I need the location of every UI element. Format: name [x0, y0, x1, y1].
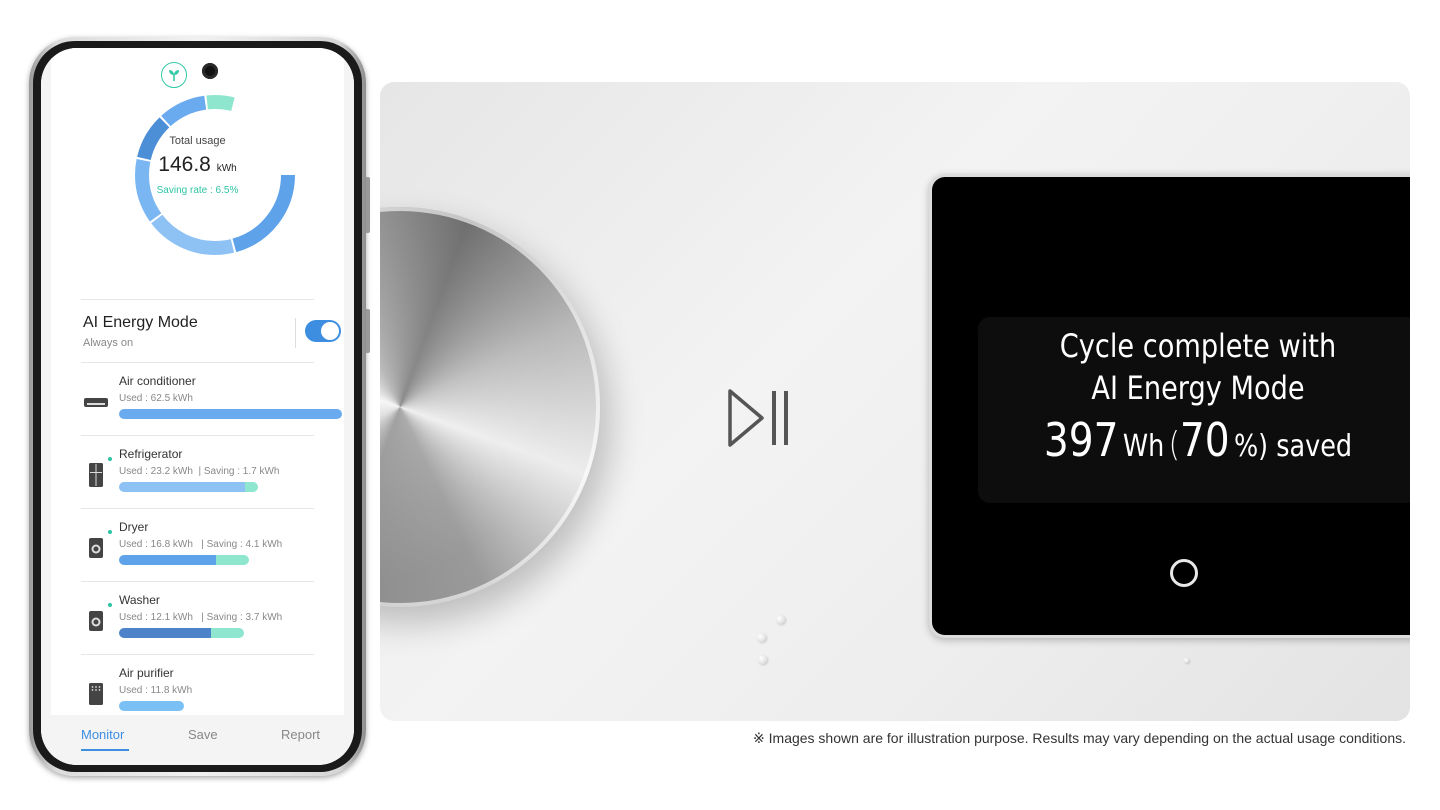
appliance-display-screen: Cycle complete with AI Energy Mode 397 W… [929, 174, 1410, 638]
tab-monitor[interactable]: Monitor [81, 727, 124, 742]
cycle-dial-knob[interactable] [380, 207, 600, 607]
toggle-separator [295, 318, 296, 348]
appliance-control-panel: Cycle complete with AI Energy Mode 397 W… [380, 82, 1410, 721]
device-usage: Used : 11.8 kWh [119, 685, 193, 696]
list-item-refrigerator[interactable]: Refrigerator Used : 23.2 kWh | Saving : … [81, 435, 314, 507]
refrigerator-icon [83, 463, 109, 487]
list-item-air-conditioner[interactable]: Air conditioner Used : 62.5 kWh [81, 362, 342, 434]
device-name: Dryer [119, 520, 149, 534]
home-circle-button[interactable] [1170, 559, 1198, 587]
braille-bump [757, 633, 766, 642]
braille-bump [776, 615, 785, 624]
saving-indicator-dot [108, 603, 112, 607]
energy-saved-readout: 397 Wh (70 %) saved [1043, 413, 1353, 467]
washer-icon [83, 609, 109, 631]
list-item-dryer[interactable]: Dryer Used : 16.8 kWh | Saving : 4.1 kWh [81, 508, 314, 580]
phone-side-button [366, 177, 370, 233]
device-usage: Used : 12.1 kWh | Saving : 3.7 kWh [119, 612, 283, 623]
stage: Total usage 146.8 kWh Saving rate : 6.5%… [0, 0, 1440, 810]
phone-mockup: Total usage 146.8 kWh Saving rate : 6.5%… [29, 37, 370, 776]
usage-bar [119, 555, 216, 565]
braille-bump [1184, 658, 1189, 663]
phone-screen: Total usage 146.8 kWh Saving rate : 6.5%… [41, 48, 354, 765]
bottom-tab-bar: Monitor Save Report [41, 715, 354, 765]
air-conditioner-icon [83, 390, 109, 412]
saving-bar [216, 555, 249, 565]
list-item-washer[interactable]: Washer Used : 12.1 kWh | Saving : 3.7 kW… [81, 581, 314, 653]
usage-bar [119, 701, 184, 711]
saving-bar [245, 482, 258, 492]
energy-card: Total usage 146.8 kWh Saving rate : 6.5%… [51, 48, 344, 721]
air-purifier-icon [83, 682, 109, 705]
ai-energy-mode-title: AI Energy Mode [83, 314, 198, 331]
tab-report[interactable]: Report [281, 727, 320, 742]
message-line-2: AI Energy Mode [1091, 369, 1305, 407]
usage-bar [119, 628, 211, 638]
ai-energy-mode-toggle[interactable] [305, 320, 341, 342]
usage-bar [119, 409, 342, 419]
total-usage-label: Total usage [169, 135, 226, 147]
disclaimer-note: ※ Images shown are for illustration purp… [753, 730, 1406, 746]
saving-rate: Saving rate : 6.5% [156, 185, 239, 196]
message-line-1: Cycle complete with [1059, 327, 1337, 365]
phone-side-button [366, 309, 370, 353]
device-name: Refrigerator [119, 447, 183, 461]
saving-indicator-dot [108, 457, 112, 461]
play-pause-icon[interactable] [726, 387, 798, 454]
tab-save[interactable]: Save [188, 727, 218, 742]
device-usage: Used : 23.2 kWh | Saving : 1.7 kWh [119, 466, 280, 477]
cycle-complete-message: Cycle complete with AI Energy Mode 397 W… [978, 317, 1410, 503]
divider [81, 299, 314, 300]
active-tab-indicator [81, 749, 129, 751]
dryer-icon [83, 536, 109, 558]
usage-bar [119, 482, 245, 492]
front-camera [202, 63, 218, 79]
device-name: Washer [119, 593, 160, 607]
saving-indicator-dot [108, 530, 112, 534]
saving-bar [211, 628, 244, 638]
ai-energy-mode-subtitle: Always on [83, 337, 134, 349]
device-name: Air purifier [119, 666, 174, 680]
braille-bump [758, 655, 767, 664]
device-usage: Used : 62.5 kWh [119, 393, 193, 404]
phone-bezel: Total usage 146.8 kWh Saving rate : 6.5%… [33, 41, 362, 772]
device-name: Air conditioner [119, 374, 196, 388]
total-usage-value: 146.8 kWh [158, 153, 237, 176]
device-usage: Used : 16.8 kWh | Saving : 4.1 kWh [119, 539, 283, 550]
